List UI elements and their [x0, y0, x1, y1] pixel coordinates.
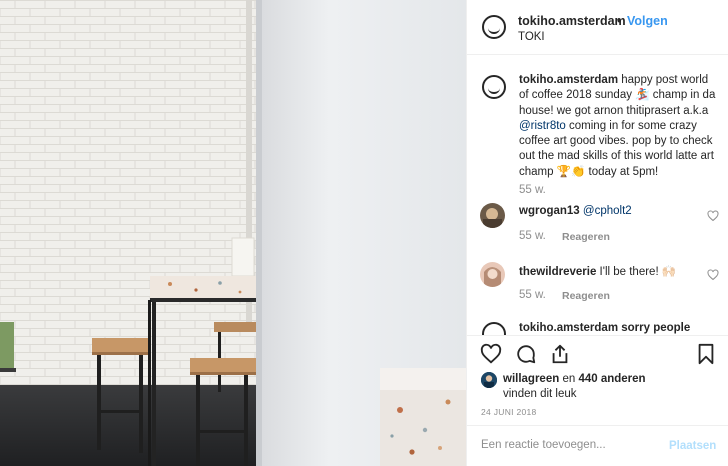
comment-avatar[interactable]: [480, 203, 505, 228]
comment-timestamp[interactable]: 55 w.: [519, 289, 546, 301]
comment-avatar[interactable]: [480, 262, 505, 287]
likes-summary: willagreen en 440 anderen: [503, 373, 646, 385]
likes-suffix: vinden dit leuk: [503, 388, 577, 400]
comment-timestamp[interactable]: 55 w.: [519, 230, 546, 242]
location-link[interactable]: TOKI: [518, 31, 545, 43]
comment-username[interactable]: wgrogan13: [519, 205, 580, 217]
comment-mention[interactable]: @cpholt2: [583, 205, 632, 217]
caption-emoji-2: 🏆👏: [556, 165, 586, 178]
caption-timestamp[interactable]: 55 w.: [519, 184, 546, 196]
bookmark-icon[interactable]: [695, 343, 717, 365]
header-separator: •: [617, 13, 622, 28]
post-caption: tokiho.amsterdam happy post world of cof…: [519, 73, 719, 180]
post-photo[interactable]: [0, 0, 466, 466]
post-actions: willagreen en 440 anderen vinden dit leu…: [467, 335, 728, 425]
small-heart-icon[interactable]: [707, 210, 719, 222]
post-date[interactable]: 24 JUNI 2018: [481, 407, 537, 417]
post-side-panel: tokiho.amsterdam • Volgen TOKI tokiho.am…: [466, 0, 728, 466]
reply-button[interactable]: Reageren: [562, 231, 610, 243]
comment-text: wgrogan13 @cpholt2: [519, 205, 632, 217]
cafe-interior-image: [0, 0, 466, 466]
likes-others-count[interactable]: 440 anderen: [578, 373, 645, 385]
header-username[interactable]: tokiho.amsterdam: [518, 14, 626, 28]
small-heart-icon[interactable]: [707, 269, 719, 281]
comments-list[interactable]: tokiho.amsterdam happy post world of cof…: [467, 56, 728, 335]
comment-body: I'll be there! 🙌🏻: [599, 266, 677, 278]
comment-input[interactable]: [481, 439, 661, 451]
caption-emoji-1: 🏂: [635, 89, 650, 102]
add-comment-bar: Plaatsen: [467, 425, 728, 466]
caption-mention[interactable]: @ristr8to: [519, 120, 566, 132]
comment-username[interactable]: thewildreverie: [519, 266, 596, 278]
post-modal: tokiho.amsterdam • Volgen TOKI tokiho.am…: [0, 0, 728, 466]
caption-avatar-smile-icon[interactable]: [482, 75, 506, 99]
reply-button[interactable]: Reageren: [562, 290, 610, 302]
tokiho-smile-icon[interactable]: [482, 15, 506, 39]
liker-avatar[interactable]: [481, 372, 497, 388]
partial-comment-text: tokiho.amsterdam sorry people: [519, 322, 691, 334]
heart-icon[interactable]: [480, 343, 502, 365]
caption-text-4: today at 5pm!: [585, 165, 659, 178]
post-comment-button[interactable]: Plaatsen: [669, 440, 716, 452]
share-icon[interactable]: [549, 343, 571, 365]
caption-username[interactable]: tokiho.amsterdam: [519, 74, 618, 86]
comment-text: thewildreverie I'll be there! 🙌🏻: [519, 264, 676, 278]
follow-button[interactable]: Volgen: [627, 14, 668, 28]
partial-comment-avatar-smile-icon[interactable]: [482, 322, 506, 335]
likes-conjunction: en: [562, 373, 576, 385]
liker-username[interactable]: willagreen: [503, 373, 559, 385]
post-header: tokiho.amsterdam • Volgen TOKI: [467, 0, 728, 55]
comment-bubble-icon[interactable]: [515, 343, 537, 365]
